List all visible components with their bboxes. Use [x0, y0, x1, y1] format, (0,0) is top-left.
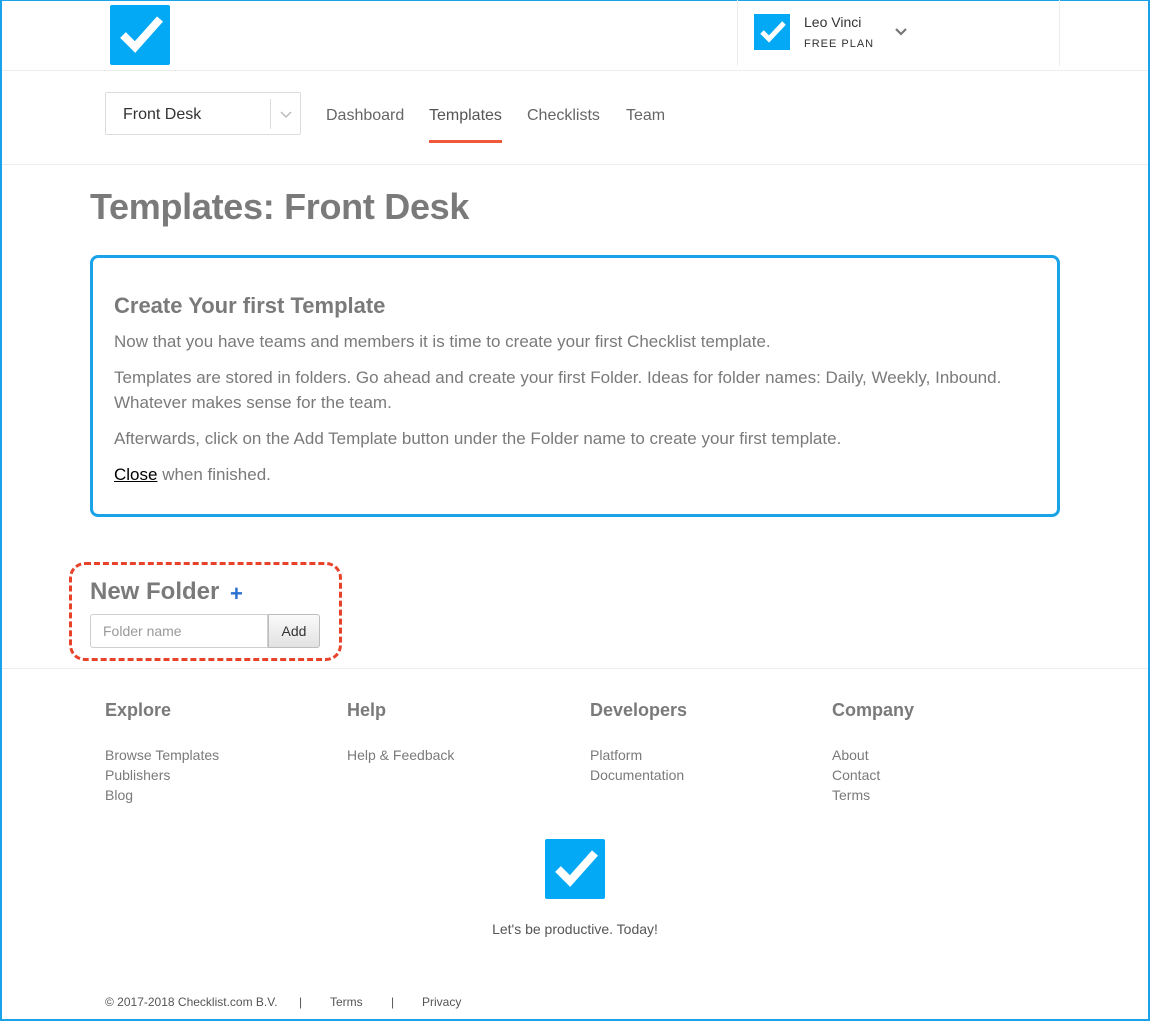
footer-link-blog[interactable]: Blog: [105, 785, 219, 805]
terms-link[interactable]: Terms: [330, 995, 363, 1009]
user-plan: FREE PLAN: [804, 38, 875, 50]
new-folder-title: New Folder: [90, 578, 220, 605]
add-folder-button[interactable]: Add: [268, 614, 320, 648]
footer-link-browse-templates[interactable]: Browse Templates: [105, 745, 219, 765]
close-link[interactable]: Close: [114, 465, 157, 484]
footer-link-terms[interactable]: Terms: [832, 785, 914, 805]
chevron-down-icon[interactable]: [891, 22, 911, 42]
active-tab-indicator: [429, 140, 502, 143]
footer-column-title: Developers: [590, 700, 688, 720]
info-title: Create Your first Template: [114, 293, 386, 318]
tab-checklists[interactable]: Checklists: [527, 107, 600, 125]
separator: |: [391, 995, 395, 1009]
info-paragraph: Templates are stored in folders. Go ahea…: [114, 368, 1002, 412]
footer-column-explore: Explore Browse Templates Publishers Blog: [105, 700, 219, 805]
footer-column-title: Company: [832, 700, 915, 720]
footer-link-contact[interactable]: Contact: [832, 765, 914, 785]
divider: [2, 668, 1148, 669]
page-title: Templates: Front Desk: [90, 186, 470, 227]
user-name: Leo Vinci: [804, 14, 862, 30]
team-select[interactable]: Front Desk: [105, 92, 301, 135]
tab-dashboard[interactable]: Dashboard: [326, 107, 404, 125]
footer-column-company: Company About Contact Terms: [832, 700, 914, 805]
tab-team[interactable]: Team: [626, 107, 665, 125]
footer-column-title: Explore: [105, 700, 172, 720]
privacy-link[interactable]: Privacy: [422, 995, 461, 1009]
user-menu[interactable]: Leo Vinci FREE PLAN: [737, 0, 1060, 66]
onboarding-info-box: Create Your first Template Now that you …: [90, 255, 1060, 517]
checkmark-logo-icon[interactable]: [110, 5, 170, 65]
footer-link-help-feedback[interactable]: Help & Feedback: [347, 745, 454, 765]
footer-column-help: Help Help & Feedback: [347, 700, 454, 765]
tab-templates[interactable]: Templates: [429, 107, 502, 125]
copyright: © 2017-2018 Checklist.com B.V.: [105, 995, 278, 1009]
footer-link-platform[interactable]: Platform: [590, 745, 687, 765]
top-header: Leo Vinci FREE PLAN: [2, 0, 1148, 71]
footer-link-about[interactable]: About: [832, 745, 914, 765]
separator: |: [299, 995, 303, 1009]
sub-navigation: Front Desk Dashboard Templates Checklist…: [2, 71, 1148, 165]
close-suffix: when finished.: [157, 465, 271, 484]
chevron-down-icon[interactable]: [276, 104, 296, 124]
info-paragraph: Afterwards, click on the Add Template bu…: [114, 429, 842, 448]
avatar: [754, 14, 790, 50]
checkmark-logo-icon: [545, 839, 605, 899]
footer-column-developers: Developers Platform Documentation: [590, 700, 687, 785]
footer-tagline: Let's be productive. Today!: [492, 921, 658, 937]
team-select-value: Front Desk: [123, 106, 202, 123]
footer-column-title: Help: [347, 700, 387, 720]
info-paragraph: Now that you have teams and members it i…: [114, 332, 771, 351]
info-close-line: Close when finished.: [114, 462, 1014, 487]
plus-icon[interactable]: +: [230, 581, 243, 607]
footer-link-publishers[interactable]: Publishers: [105, 765, 219, 785]
footer-link-documentation[interactable]: Documentation: [590, 765, 687, 785]
folder-name-input[interactable]: [90, 614, 268, 648]
divider: [270, 99, 271, 129]
